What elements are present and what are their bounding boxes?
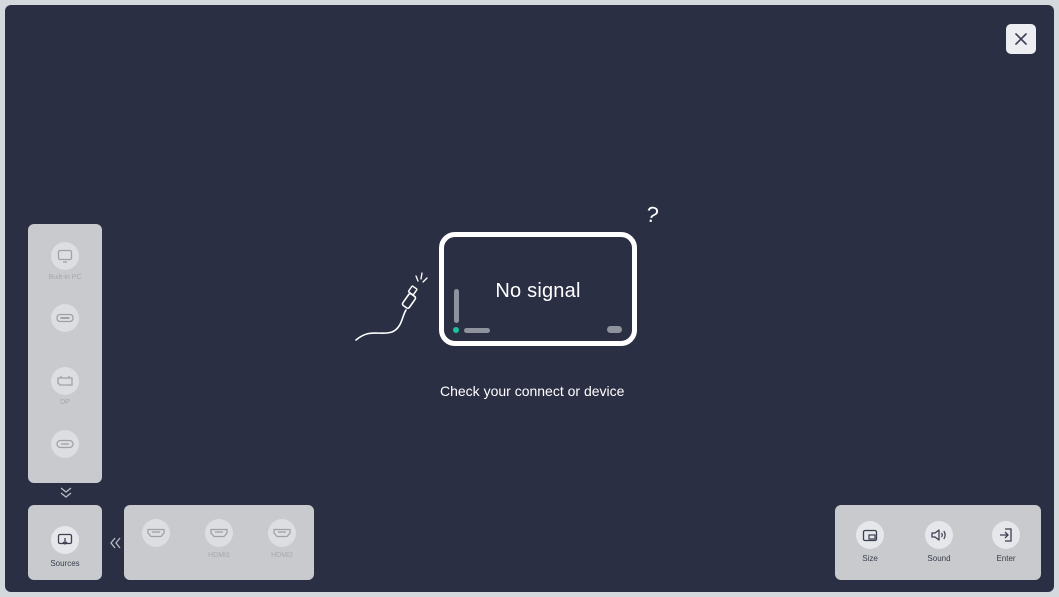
expand-down-icon[interactable]: [58, 485, 74, 501]
source-item-hdmi1[interactable]: HDMI1: [197, 519, 241, 559]
no-signal-illustration: ? No signal: [350, 200, 680, 370]
source-label: HDMI2: [271, 552, 293, 559]
sound-button[interactable]: Sound: [914, 521, 964, 563]
source-label: DP: [60, 399, 70, 406]
hdmi-icon: [210, 528, 228, 538]
enter-label: Enter: [996, 554, 1016, 563]
source-item-dp[interactable]: DP: [28, 367, 102, 406]
display-bar-horizontal: [464, 328, 490, 333]
speaker-icon: [931, 529, 946, 541]
hdmi-source-panel: HDMI1 HDMI2: [124, 505, 314, 580]
source-screen: ? No signal Check your connect or device…: [5, 5, 1054, 592]
source-item-built-in-pc[interactable]: Built-in PC: [28, 242, 102, 281]
cable-icon: [355, 272, 428, 341]
enter-icon: [1000, 528, 1012, 542]
display-bar-vertical: [454, 289, 459, 323]
action-panel: Size Sound Enter: [835, 505, 1041, 580]
sources-button[interactable]: Sources: [28, 505, 102, 580]
close-icon: [1015, 33, 1027, 45]
hdmi-icon: [273, 528, 291, 538]
usb-c-icon: [56, 439, 74, 449]
size-label: Size: [862, 554, 878, 563]
source-label: HDMI1: [208, 552, 230, 559]
hdmi-icon: [147, 528, 165, 538]
source-item-usb-c[interactable]: [28, 430, 102, 462]
question-mark: ?: [644, 201, 661, 228]
source-item-port[interactable]: [28, 304, 102, 336]
source-list-panel: Built-in PC DP: [28, 224, 102, 483]
display-pill: [607, 326, 622, 333]
port-icon: [56, 313, 74, 323]
status-dot: [453, 327, 459, 333]
display-frame: No signal: [439, 232, 637, 346]
no-signal-title: No signal: [495, 280, 581, 302]
source-item-hdmi[interactable]: [134, 519, 178, 552]
source-item-hdmi2[interactable]: HDMI2: [260, 519, 304, 559]
cast-icon: [57, 533, 73, 545]
close-button[interactable]: [1006, 24, 1036, 54]
enter-button[interactable]: Enter: [981, 521, 1031, 563]
source-label: Built-in PC: [48, 274, 82, 281]
size-button[interactable]: Size: [845, 521, 895, 563]
sources-label: Sources: [50, 559, 80, 568]
picture-in-picture-icon: [862, 529, 878, 541]
collapse-left-icon[interactable]: [108, 535, 122, 551]
displayport-icon: [57, 376, 73, 386]
sound-label: Sound: [927, 554, 951, 563]
no-signal-message: Check your connect or device: [440, 383, 625, 399]
monitor-icon: [57, 249, 73, 263]
